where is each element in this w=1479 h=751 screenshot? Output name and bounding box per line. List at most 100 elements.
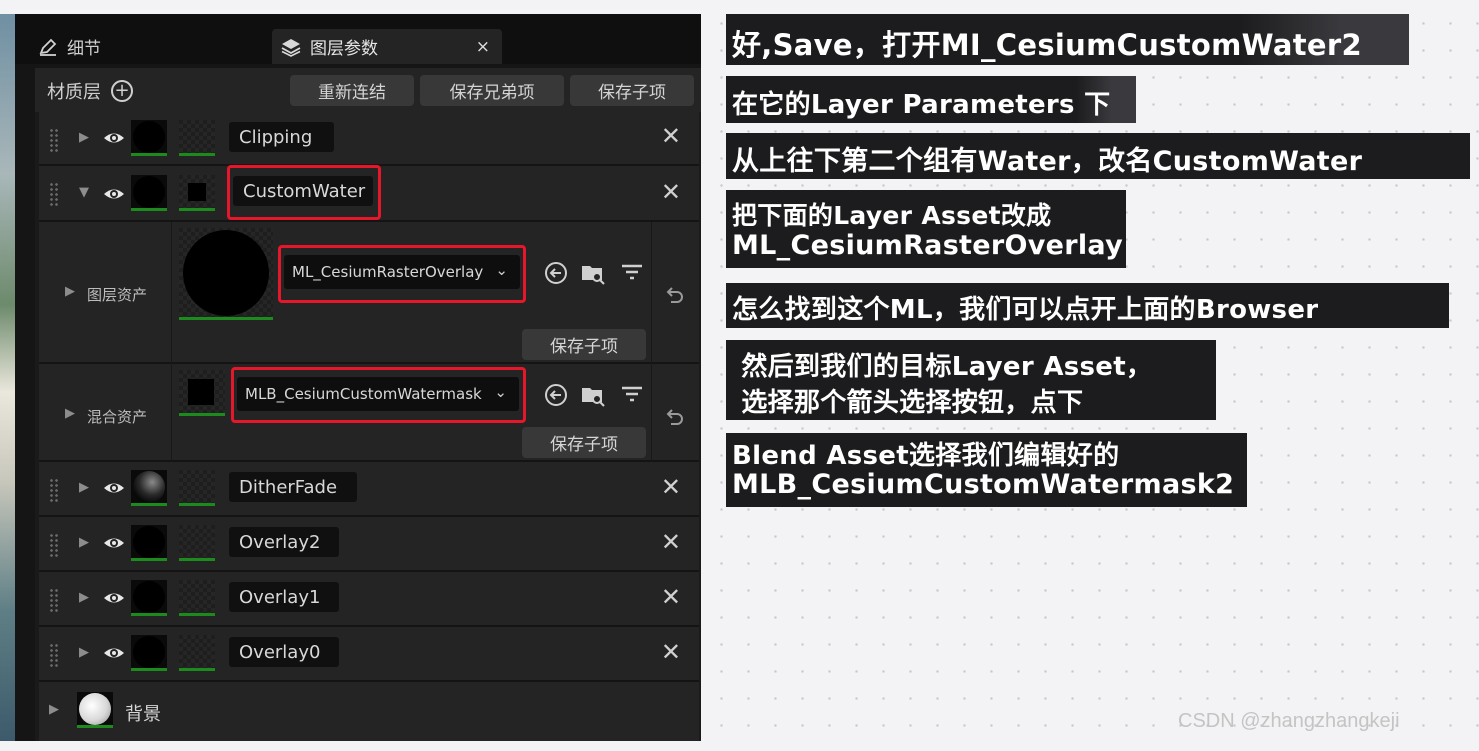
- folder-search-icon[interactable]: [580, 382, 606, 408]
- filter-icon[interactable]: [619, 260, 645, 286]
- material-layers-panel: 细节 图层参数 × 材质层 + 重新连结 保存兄弟项 保存子项 ▶ Clippi…: [15, 14, 701, 741]
- caption-text: Blend Asset选择我们编辑好的: [732, 441, 1120, 471]
- caption-text: 怎么找到这个ML，我们可以点开上面的Browser: [732, 295, 1319, 325]
- layer-name-field[interactable]: DitherFade: [229, 472, 357, 502]
- caption-text: MLB_CesiumCustomWatermask2: [732, 469, 1235, 500]
- undo-arrow-icon[interactable]: [663, 406, 685, 428]
- drag-handle-icon[interactable]: [49, 478, 59, 502]
- layer-thumbnail: [131, 120, 167, 156]
- blend-thumbnail: [179, 120, 215, 156]
- blend-thumbnail: [179, 635, 215, 671]
- save-sibling-button[interactable]: 保存兄弟项: [420, 75, 564, 106]
- layer-name-field[interactable]: Overlay0: [229, 637, 339, 667]
- close-icon[interactable]: ✕: [661, 473, 681, 501]
- layer-row-overlay2[interactable]: ▶ Overlay2 ✕: [39, 517, 699, 572]
- triangle-right-icon[interactable]: ▶: [79, 590, 89, 605]
- tab-layer-parameters[interactable]: 图层参数 ×: [272, 29, 502, 64]
- material-layers-title: 材质层: [47, 82, 101, 103]
- caption-card: 怎么找到这个ML，我们可以点开上面的Browser: [726, 283, 1449, 328]
- relink-button[interactable]: 重新连结: [290, 75, 414, 106]
- blend-asset-save-child-button[interactable]: 保存子项: [522, 427, 646, 458]
- blend-thumbnail: [179, 470, 215, 506]
- drag-handle-icon[interactable]: [49, 588, 59, 612]
- tab-bar: 细节 图层参数 ×: [15, 14, 701, 64]
- layer-name-field[interactable]: Clipping: [229, 122, 334, 152]
- triangle-right-icon[interactable]: ▶: [79, 480, 89, 495]
- layer-thumbnail: [131, 175, 167, 211]
- save-child-button[interactable]: 保存子项: [570, 75, 694, 106]
- close-icon[interactable]: ✕: [661, 528, 681, 556]
- filter-icon[interactable]: [619, 382, 645, 408]
- layer-row-clipping[interactable]: ▶ Clipping ✕: [39, 112, 699, 166]
- eye-icon[interactable]: [103, 533, 125, 553]
- blend-thumbnail: [179, 175, 215, 211]
- folder-search-icon[interactable]: [580, 260, 606, 286]
- close-icon[interactable]: ✕: [661, 178, 681, 206]
- triangle-right-icon[interactable]: ▶: [65, 406, 75, 421]
- eye-icon[interactable]: [103, 184, 125, 204]
- layers-toolbar: 材质层 + 重新连结 保存兄弟项 保存子项: [35, 68, 701, 112]
- chevron-down-icon: ⌄: [494, 383, 507, 401]
- layer-asset-dropdown[interactable]: ML_CesiumRasterOverlay ⌄: [284, 255, 520, 289]
- watermark: CSDN @zhangzhangkeji: [1178, 710, 1400, 732]
- blend-asset-row: ▶ 混合资产 MLB_CesiumCustomWatermask ⌄ 保存子项: [39, 364, 699, 462]
- layer-name-field[interactable]: CustomWater: [233, 176, 373, 206]
- drag-handle-icon[interactable]: [49, 533, 59, 557]
- layer-name-field[interactable]: Overlay2: [229, 527, 339, 557]
- layer-thumbnail: [131, 470, 167, 506]
- layer-row-overlay1[interactable]: ▶ Overlay1 ✕: [39, 572, 699, 627]
- caption-card: Blend Asset选择我们编辑好的 MLB_CesiumCustomWate…: [726, 433, 1247, 507]
- close-icon[interactable]: ✕: [661, 583, 681, 611]
- pencil-icon: [37, 36, 59, 58]
- blend-asset-dropdown[interactable]: MLB_CesiumCustomWatermask ⌄: [237, 377, 519, 411]
- caption-card: 在它的Layer Parameters 下: [726, 76, 1136, 123]
- layer-row-background[interactable]: ▶ 背景: [39, 682, 699, 741]
- triangle-right-icon[interactable]: ▶: [49, 702, 59, 717]
- layer-list: ▶ Clipping ✕ ▼ CustomWater ✕ ▶ 图层资产 ML_C…: [35, 112, 701, 741]
- tab-details[interactable]: 细节: [37, 29, 267, 64]
- eye-icon[interactable]: [103, 478, 125, 498]
- caption-card: 好,Save，打开MI_CesiumCustomWater2: [726, 14, 1409, 65]
- triangle-down-icon[interactable]: ▼: [79, 185, 89, 200]
- triangle-right-icon[interactable]: ▶: [65, 284, 75, 299]
- layers-icon: [280, 36, 302, 58]
- layer-row-customwater[interactable]: ▼ CustomWater ✕: [39, 165, 699, 222]
- triangle-right-icon[interactable]: ▶: [79, 130, 89, 145]
- arrow-left-circle-icon[interactable]: [543, 382, 569, 408]
- layer-thumbnail: [131, 635, 167, 671]
- caption-text: 在它的Layer Parameters 下: [732, 90, 1111, 120]
- material-layers-header: 材质层 +: [47, 78, 133, 104]
- arrow-left-circle-icon[interactable]: [543, 260, 569, 286]
- drag-handle-icon[interactable]: [49, 128, 59, 152]
- triangle-right-icon[interactable]: ▶: [79, 535, 89, 550]
- tab-layer-parameters-label: 图层参数: [310, 39, 378, 59]
- close-tab-icon[interactable]: ×: [476, 37, 490, 57]
- eye-icon[interactable]: [103, 588, 125, 608]
- eye-icon[interactable]: [103, 128, 125, 148]
- background-thumbnail: [77, 692, 113, 728]
- layer-name-field[interactable]: Overlay1: [229, 582, 339, 612]
- layer-asset-preview: [179, 228, 273, 320]
- background-layer-label: 背景: [125, 704, 161, 725]
- layer-asset-save-child-button[interactable]: 保存子项: [522, 329, 646, 360]
- layer-row-overlay0[interactable]: ▶ Overlay0 ✕: [39, 627, 699, 682]
- drag-handle-icon[interactable]: [49, 182, 59, 206]
- close-icon[interactable]: ✕: [661, 122, 681, 150]
- undo-arrow-icon[interactable]: [663, 284, 685, 306]
- caption-card: 把下面的Layer Asset改成 ML_CesiumRasterOverlay: [726, 190, 1126, 268]
- blend-asset-label: 混合资产: [87, 408, 148, 426]
- drag-handle-icon[interactable]: [49, 643, 59, 667]
- layer-row-ditherfade[interactable]: ▶ DitherFade ✕: [39, 462, 699, 517]
- blend-thumbnail: [179, 580, 215, 616]
- caption-text: 好,Save，打开MI_CesiumCustomWater2: [732, 28, 1362, 62]
- caption-text: ML_CesiumRasterOverlay: [732, 230, 1124, 261]
- caption-text: 选择那个箭头选择按钮，点下: [732, 388, 1084, 418]
- add-layer-icon[interactable]: +: [111, 80, 133, 102]
- viewport-edge: [0, 14, 15, 741]
- eye-icon[interactable]: [103, 643, 125, 663]
- close-icon[interactable]: ✕: [661, 638, 681, 666]
- layer-thumbnail: [131, 525, 167, 561]
- blend-asset-value: MLB_CesiumCustomWatermask: [245, 385, 482, 403]
- blend-asset-preview: [179, 370, 225, 416]
- triangle-right-icon[interactable]: ▶: [79, 645, 89, 660]
